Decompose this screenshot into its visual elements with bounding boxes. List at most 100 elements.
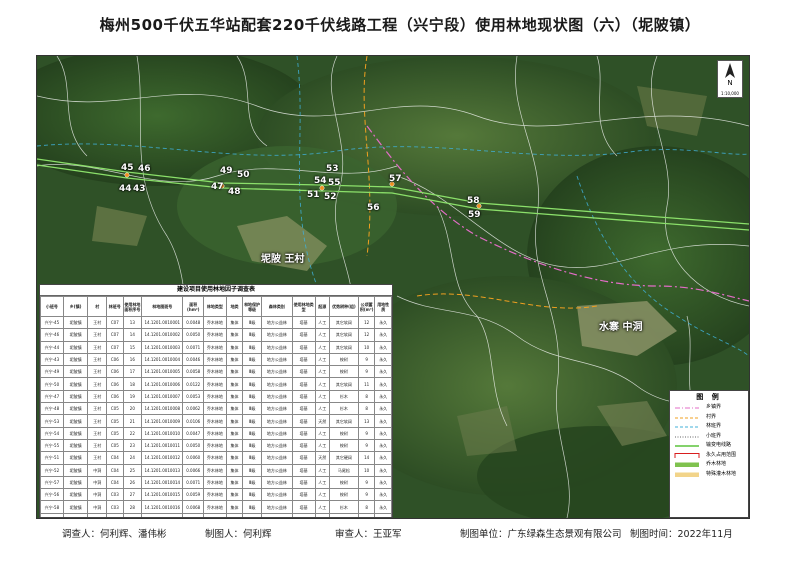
footer-unit: 制图单位：广东绿森生态景观有限公司 (460, 529, 622, 540)
table-cell: 坭陂镇 (62, 389, 89, 404)
table-cell: 王村 (87, 438, 108, 453)
table-cell: 兴宁-52 (40, 463, 64, 477)
table-cell: 19 (122, 389, 143, 404)
table-cell: 天然 (314, 414, 330, 428)
table-cell: 14.1201.0010008 (141, 402, 184, 416)
table-cell: 王村 (87, 340, 108, 354)
legend-label: 村界 (706, 413, 717, 420)
table-cell: 人工 (314, 315, 330, 330)
table-row: 兴宁-55 坭陂镇 王村 C05 23 14.1201.0010011 0.0050 乔木林地… (40, 438, 392, 453)
table-cell: 21 (122, 414, 143, 428)
table-cell: C05 (106, 438, 124, 453)
table-cell: 地方公益林 (260, 328, 293, 342)
table-cell: 0.0048 (182, 315, 205, 330)
table-cell: C07 (106, 315, 124, 330)
table-cell: 14.1201.0010009 (141, 414, 184, 428)
table-cell: 兴宁-54 (40, 426, 64, 440)
table-cell: 27 (122, 488, 143, 502)
table-cell: 塔基 (291, 352, 316, 367)
table-cell: Ⅲ级 (242, 475, 262, 490)
table-cell: 王村 (87, 402, 108, 416)
table-row: 兴宁-49 坭陂镇 王村 C06 17 14.1201.0010005 0.0058 乔木林地… (40, 365, 392, 379)
factor-table-grid: 小班号 乡(镇) 村林班号 使用林地面积序号 林地图斑号 面积(hm²) 林地类型 地类 林地保… (40, 296, 392, 517)
table-cell: 集体 (225, 451, 244, 465)
table-cell: 王村 (87, 328, 108, 342)
table-cell: 14.1201.0010016 (141, 500, 184, 514)
legend-item: 村界 (670, 413, 748, 423)
table-cell: 人工 (314, 340, 330, 354)
table-cell: Ⅲ级 (242, 438, 262, 453)
parcel-label: 43 (133, 184, 146, 194)
table-row: 兴宁-45 坭陂镇 王村 C07 13 14.1201.0010001 0.0048 乔木林地… (40, 315, 392, 330)
table-cell: 人工 (314, 438, 330, 453)
table-cell: 人工 (314, 328, 330, 342)
parcel-label: 54 (314, 176, 327, 186)
table-cell: C04 (106, 475, 124, 490)
table-cell: 地方公益林 (260, 463, 293, 477)
north-label: N (727, 79, 733, 87)
table-cell: 坭陂镇 (62, 340, 89, 354)
table-cell: 14.1201.0010010 (141, 426, 184, 440)
table-cell: 王村 (87, 352, 108, 367)
legend-item: 输变电线路 (670, 441, 748, 451)
table-cell: 0.0062 (182, 402, 205, 416)
table-cell: 永久 (374, 365, 392, 379)
table-header-cell: 用地性质 (374, 296, 392, 317)
table-cell: 永久 (374, 377, 392, 391)
table-cell: 集体 (225, 463, 244, 477)
table-row: 兴宁-53 坭陂镇 王村 C05 21 14.1201.0010009 0.0106 乔木林地… (40, 414, 392, 428)
table-cell: 地方公益林 (260, 438, 293, 453)
table-cell: 塔基 (291, 451, 316, 465)
legend-label: 特殊灌木林地 (706, 470, 737, 477)
table-cell: 地方公益林 (260, 377, 293, 391)
table-cell: 地方公益林 (260, 315, 293, 330)
table-cell: 集体 (225, 488, 244, 502)
table-cell: 24 (122, 451, 143, 465)
table-cell: C04 (106, 451, 124, 465)
table-cell: C07 (106, 340, 124, 354)
table-cell: 乔木林地 (203, 389, 227, 404)
table-header-cell: 使用林地面积序号 (122, 296, 143, 317)
table-cell: 永久 (374, 389, 392, 404)
table-cell: 坭陂镇 (62, 426, 89, 440)
table-cell: 28 (122, 500, 143, 514)
table-cell: Ⅲ级 (242, 328, 262, 342)
table-cell: 其它软阔 (328, 328, 359, 342)
table-cell: 塔基 (291, 475, 316, 490)
table-cell: 永久 (374, 500, 392, 514)
table-cell: 14.1201.0010014 (141, 475, 184, 490)
parcel-label: 47 (211, 182, 224, 192)
parcel-label: 49 (220, 166, 233, 176)
legend-item: 永久占用范围 (670, 451, 748, 461)
table-cell: 乔木林地 (203, 377, 227, 391)
table-cell: 王村 (87, 365, 108, 379)
table-cell: 14.1201.0010015 (141, 488, 184, 502)
table-cell: 兴宁-58 (40, 500, 64, 514)
parcel-label: 56 (367, 203, 380, 213)
table-cell: 乔木林地 (203, 512, 227, 517)
table-cell: 坭陂镇 (62, 365, 89, 379)
legend-symbol-icon (674, 452, 700, 458)
table-cell: 塔基 (291, 488, 316, 502)
table-cell: 14.1201.0010004 (141, 352, 184, 367)
table-cell: 18 (122, 377, 143, 391)
table-cell: 集体 (225, 315, 244, 330)
table-cell: 0.0066 (182, 512, 205, 517)
table-cell: 塔基 (291, 438, 316, 453)
table-cell: 中洞 (87, 463, 108, 477)
table-cell: C05 (106, 426, 124, 440)
table-cell: C03 (106, 512, 124, 517)
table-cell: 塔基 (291, 315, 316, 330)
table-cell: 桉树 (328, 365, 359, 379)
table-cell: 坭陂镇 (62, 488, 89, 502)
table-cell: 人工 (314, 389, 330, 404)
table-cell: 集体 (225, 340, 244, 354)
table-header-cell: 使用林地类型 (291, 296, 316, 317)
table-cell: Ⅲ级 (242, 352, 262, 367)
table-cell: 兴宁-51 (40, 451, 64, 465)
map-frame[interactable]: 45 46 44 43 49 50 47 48 53 54 55 51 52 5… (36, 55, 750, 519)
table-cell: 坭陂镇 (62, 475, 89, 490)
table-cell: 13 (357, 414, 376, 428)
table-cell: 13 (122, 315, 143, 330)
table-cell: 地方公益林 (260, 402, 293, 416)
